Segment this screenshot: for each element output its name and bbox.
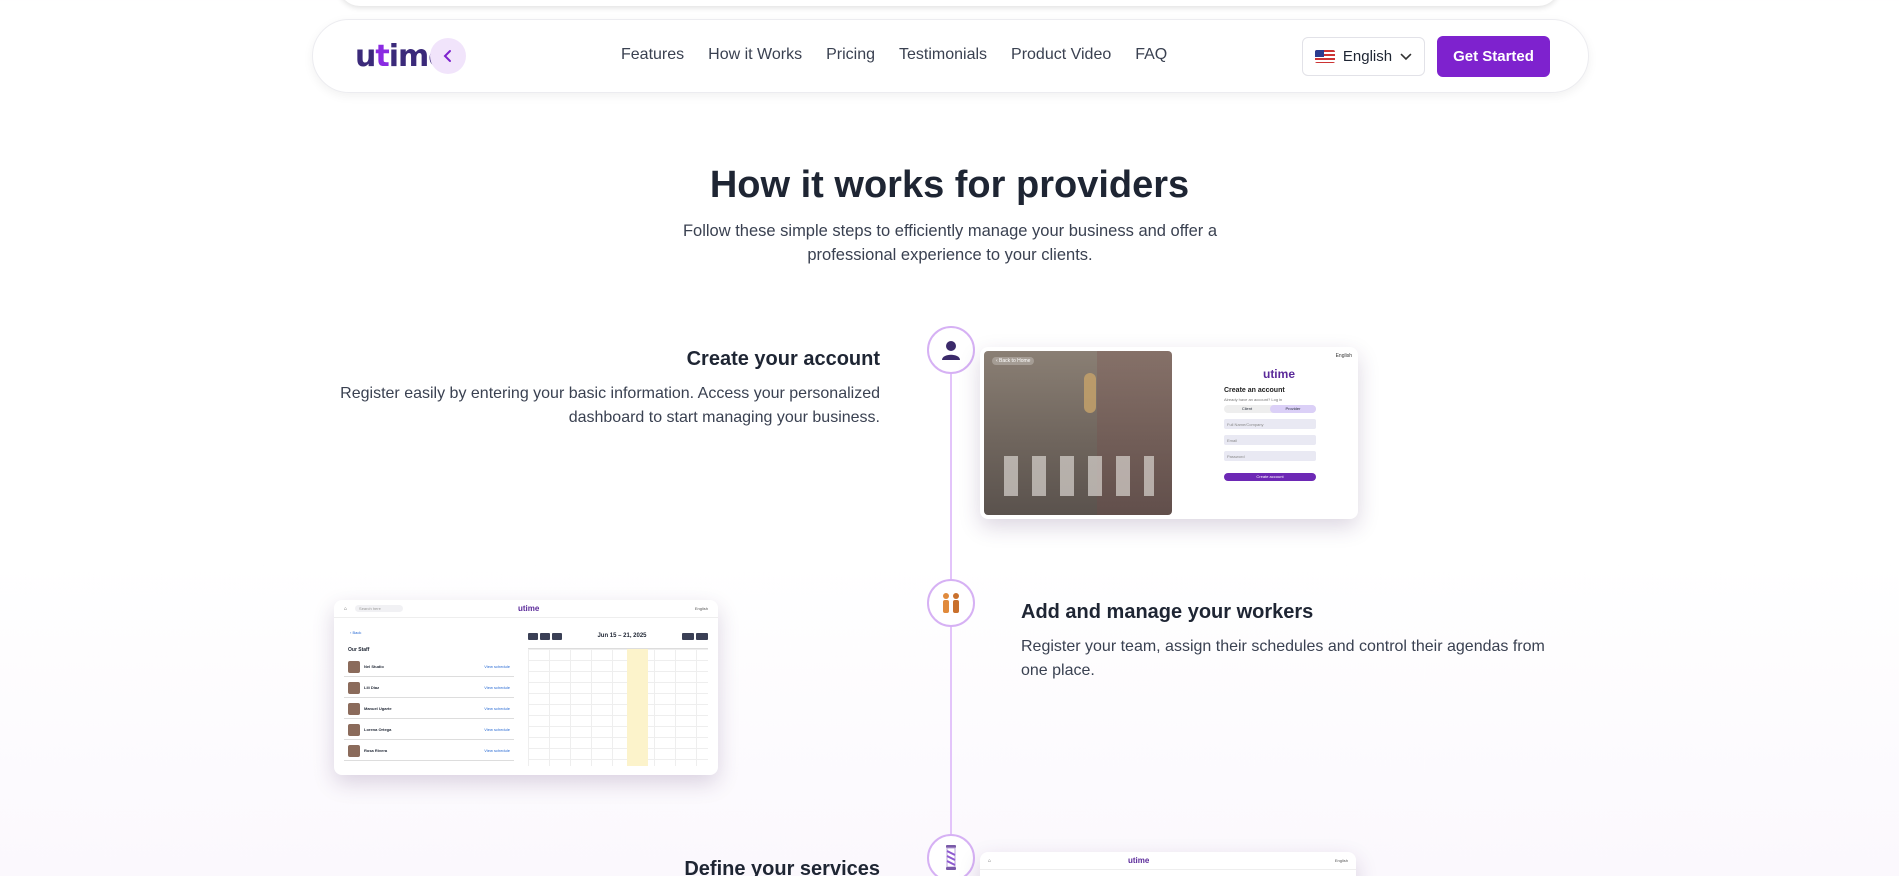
- home-icon: ⌂: [988, 857, 992, 864]
- avatar: [348, 702, 360, 715]
- nav-links: Features How it Works Pricing Testimonia…: [621, 46, 1167, 64]
- worker-name: Lili Diaz: [364, 685, 380, 690]
- services-preview-screenshot: ⌂ utime English: [980, 852, 1356, 876]
- us-flag-icon: [1315, 50, 1335, 63]
- home-icon: ⌂: [344, 605, 348, 612]
- list-item: Manuel Ugarte View schedule: [344, 699, 514, 719]
- nav-link-pricing[interactable]: Pricing: [826, 46, 875, 64]
- mini-toggle-provider: Provider: [1270, 405, 1316, 413]
- services-preview-topbar: ⌂ utime English: [980, 852, 1356, 870]
- nav-link-product-video[interactable]: Product Video: [1011, 46, 1111, 64]
- barber-pole-icon: [927, 834, 975, 876]
- get-started-button[interactable]: Get Started: [1437, 36, 1550, 77]
- list-item: Nel Studio View schedule: [344, 657, 514, 677]
- mini-note: Already have an account? Log in: [1224, 397, 1283, 402]
- list-item: Lorena Ortega View schedule: [344, 720, 514, 740]
- worker-link: View schedule: [484, 748, 510, 753]
- mini-logo: utime: [1128, 856, 1150, 865]
- mini-create-button: Create account: [1224, 473, 1316, 481]
- worker-name: Lorena Ortega: [364, 727, 392, 732]
- worker-link: View schedule: [484, 664, 510, 669]
- nav-link-features[interactable]: Features: [621, 46, 684, 64]
- mini-input-password: Password: [1224, 451, 1316, 461]
- mini-input-email: Email: [1224, 435, 1316, 445]
- language-select[interactable]: English: [1302, 37, 1425, 76]
- salon-photo: ‹ Back to Home: [984, 351, 1172, 515]
- mini-logo: utime: [518, 604, 540, 613]
- calendar-arrows: [528, 632, 562, 640]
- avatar: [348, 744, 360, 757]
- mini-input-name: Full Name/Company: [1224, 419, 1316, 429]
- nav-link-testimonials[interactable]: Testimonials: [899, 46, 987, 64]
- chevron-left-icon[interactable]: [430, 38, 466, 74]
- mini-logo: utime: [1262, 367, 1295, 381]
- avatar: [348, 660, 360, 673]
- calendar-preview: Jun 15 – 21, 2025: [528, 624, 708, 766]
- staff-list-preview: ‹ Back Our Staff Nel Studio View schedule…: [344, 624, 514, 766]
- calendar-grid: [528, 648, 708, 766]
- mini-language: English: [1334, 858, 1348, 863]
- calendar-date-range: Jun 15 – 21, 2025: [597, 633, 647, 639]
- mini-back-link: ‹ Back: [350, 630, 362, 635]
- previous-section-card: [338, 0, 1560, 6]
- mini-language: English: [1335, 353, 1352, 359]
- step-title-add-workers: Add and manage your workers: [1021, 601, 1314, 623]
- worker-name: Manuel Ugarte: [364, 706, 392, 711]
- nav-link-how-it-works[interactable]: How it Works: [708, 46, 802, 64]
- step-title-create-account: Create your account: [686, 348, 880, 370]
- workers-icon: [927, 579, 975, 627]
- list-item: Rosa Rivera View schedule: [344, 741, 514, 761]
- worker-name: Rosa Rivera: [364, 748, 388, 753]
- signup-form-preview: English utime Create an account Already …: [1176, 347, 1358, 519]
- language-label: English: [1342, 48, 1393, 65]
- person-icon: [927, 326, 975, 374]
- navbar: utime Features How it Works Pricing Test…: [312, 19, 1589, 93]
- mini-staff-heading: Our Staff: [348, 647, 370, 653]
- nav-link-faq[interactable]: FAQ: [1135, 46, 1167, 64]
- avatar: [348, 723, 360, 736]
- step-title-define-services: Define your services: [684, 858, 880, 876]
- mini-search: Search here: [355, 605, 404, 612]
- section-subtitle: Follow these simple steps to efficiently…: [682, 222, 1218, 264]
- calendar-view-toggle: [681, 632, 708, 640]
- mini-language: English: [694, 606, 708, 611]
- staff-preview-screenshot: ⌂ Search here utime English ‹ Back Our S…: [334, 600, 718, 775]
- mini-toggle-client: Client: [1241, 406, 1253, 411]
- section-title: How it works for providers: [709, 164, 1190, 206]
- back-to-home-chip: ‹ Back to Home: [992, 357, 1035, 365]
- worker-link: View schedule: [484, 685, 510, 690]
- worker-name: Nel Studio: [364, 664, 384, 669]
- avatar: [348, 681, 360, 694]
- chevron-down-icon: [1400, 52, 1412, 60]
- staff-preview-topbar: ⌂ Search here utime English: [334, 600, 718, 618]
- mini-role-toggle: Client Provider: [1224, 405, 1316, 413]
- signup-preview-screenshot: ‹ Back to Home English utime Create an a…: [980, 347, 1358, 519]
- worker-link: View schedule: [484, 706, 510, 711]
- list-item: Lili Diaz View schedule: [344, 678, 514, 698]
- step-desc-create-account: Register easily by entering your basic i…: [340, 385, 880, 426]
- step-desc-add-workers: Register your team, assign their schedul…: [1021, 638, 1545, 679]
- worker-link: View schedule: [484, 727, 510, 732]
- mini-heading: Create an account: [1224, 387, 1285, 394]
